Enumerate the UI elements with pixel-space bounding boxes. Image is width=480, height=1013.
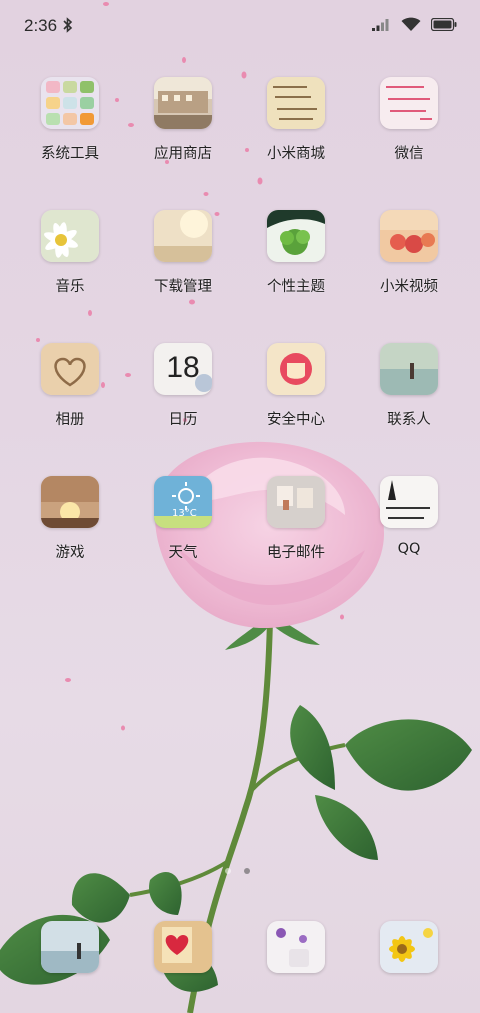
app-calendar[interactable]: 18 日历 [128,343,238,453]
app-label: 安全中心 [267,412,325,428]
app-music[interactable]: 音乐 [15,210,125,320]
app-label: 小米视频 [380,279,438,295]
themes-icon [267,210,325,262]
wifi-icon [401,17,421,31]
app-mi-store[interactable]: 小米商城 [241,77,351,187]
app-label: 应用商店 [154,146,212,162]
status-time: 2:36 [24,16,58,35]
calendar-icon: 18 [154,343,212,395]
weather-icon: 13°C [154,476,212,528]
security-center-icon [267,343,325,395]
app-qq[interactable]: QQ [354,476,464,586]
app-email[interactable]: 电子邮件 [241,476,351,586]
dock-browser[interactable] [267,921,325,973]
phone-icon [41,921,99,973]
app-label: QQ [397,541,421,557]
app-label: 微信 [394,146,424,162]
app-mi-video[interactable]: 小米视频 [354,210,464,320]
app-security-center[interactable]: 安全中心 [241,343,351,453]
messages-icon [154,921,212,973]
battery-icon [431,18,457,31]
download-manager-icon [154,210,212,262]
app-system-tools[interactable]: 系统工具 [15,77,125,187]
dock-camera[interactable] [380,921,438,973]
app-label: 相册 [55,412,85,428]
calendar-date: 18 [166,351,200,384]
contacts-icon [380,343,438,395]
app-label: 音乐 [55,279,85,295]
app-label: 日历 [168,412,198,428]
app-wechat[interactable]: 微信 [354,77,464,187]
app-label: 天气 [168,545,198,561]
mi-video-icon [380,210,438,262]
app-label: 系统工具 [41,146,99,162]
gallery-icon [41,343,99,395]
app-gallery[interactable]: 相册 [15,343,125,453]
bluetooth-icon [63,17,73,33]
app-store-icon [154,77,212,129]
system-tools-folder-icon [41,77,99,129]
app-contacts[interactable]: 联系人 [354,343,464,453]
music-icon [41,210,99,262]
dock-messages[interactable] [154,921,212,973]
app-app-store[interactable]: 应用商店 [128,77,238,187]
page-dot-1[interactable] [225,868,231,874]
email-icon [267,476,325,528]
games-icon [41,476,99,528]
dock-phone[interactable] [41,921,99,973]
weather-temp: 13°C [172,508,197,519]
mi-store-icon [267,77,325,129]
app-label: 电子邮件 [267,545,325,561]
app-label: 个性主题 [267,279,325,295]
app-label: 小米商城 [267,146,325,162]
app-grid: 系统工具 应用商店 小米商城 微信 音乐 下载管理 个性主题 小米视频 相册 1… [0,0,480,1013]
camera-icon [380,921,438,973]
app-label: 游戏 [55,545,85,561]
app-themes[interactable]: 个性主题 [241,210,351,320]
status-bar: 2:36 [0,0,480,52]
qq-icon [380,476,438,528]
app-label: 联系人 [387,412,431,428]
app-weather[interactable]: 13°C 天气 [128,476,238,586]
signal-icon [372,19,389,31]
app-label: 下载管理 [154,279,212,295]
browser-icon [267,921,325,973]
app-games[interactable]: 游戏 [15,476,125,586]
wechat-icon [380,77,438,129]
app-download-manager[interactable]: 下载管理 [128,210,238,320]
page-dot-2[interactable] [244,868,250,874]
